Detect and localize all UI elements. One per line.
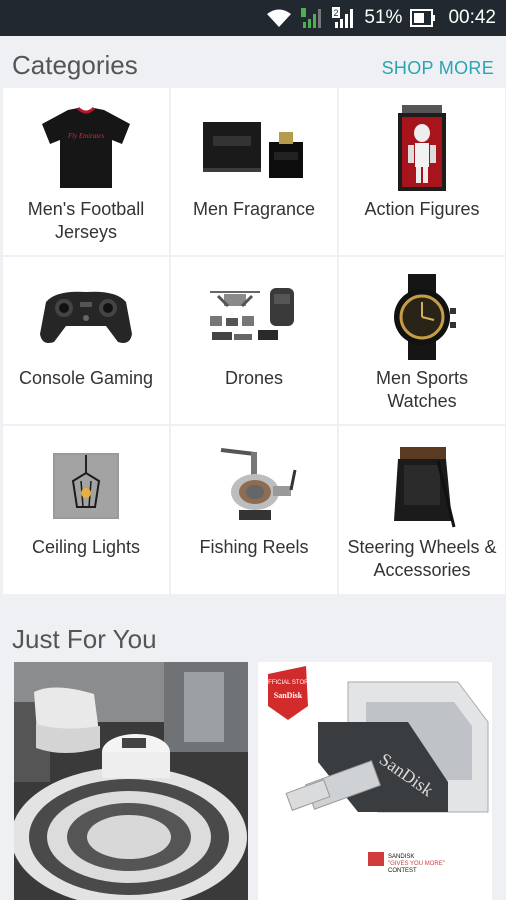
just-for-you-header: Just For You [0, 596, 506, 660]
drone-image [199, 267, 309, 367]
battery-icon [410, 8, 436, 28]
category-label: Drones [224, 368, 284, 388]
fragrance-image [199, 98, 309, 198]
category-tile-action-figures[interactable]: Action Figures [339, 88, 505, 255]
product-card-rug[interactable] [14, 662, 248, 900]
category-label: Ceiling Lights [31, 537, 141, 557]
football-jersey-image: Fly Emirates [31, 98, 141, 198]
category-label: Men's Football Jerseys [27, 199, 145, 242]
svg-text:OFFICIAL STORE: OFFICIAL STORE [263, 680, 312, 686]
clock: 00:42 [448, 7, 496, 28]
svg-text:CONTEST: CONTEST [388, 868, 417, 874]
shop-more-link[interactable]: SHOP MORE [382, 58, 494, 79]
signal-icon [300, 6, 324, 30]
category-tile-men-fragrance[interactable]: Men Fragrance [171, 88, 337, 255]
svg-text:SanDisk: SanDisk [274, 691, 303, 700]
category-label: Action Figures [364, 199, 480, 219]
sandisk-usb-drive-image: OFFICIAL STORE SanDisk SanDisk SANDISK "… [258, 662, 492, 900]
category-tile-sports-watches[interactable]: Men Sports Watches [339, 257, 505, 424]
status-bar: 2 51% 00:42 [0, 0, 506, 36]
category-label: Men Fragrance [192, 199, 316, 219]
category-label: Steering Wheels & Accessories [347, 537, 497, 580]
category-tile-ceiling-lights[interactable]: Ceiling Lights [3, 426, 169, 594]
action-figure-image [367, 98, 477, 198]
category-tile-console-gaming[interactable]: Console Gaming [3, 257, 169, 424]
category-label: Fishing Reels [199, 537, 309, 557]
svg-text:2: 2 [334, 8, 339, 18]
steering-wheel-image [367, 436, 477, 536]
category-grid: Fly Emirates Men's Football Jerseys Men … [3, 88, 505, 594]
category-tile-fishing-reels[interactable]: Fishing Reels [171, 426, 337, 594]
wifi-icon [266, 8, 292, 28]
fishing-reel-image [199, 436, 309, 536]
category-tile-football-jerseys[interactable]: Fly Emirates Men's Football Jerseys [3, 88, 169, 255]
svg-text:Fly Emirates: Fly Emirates [67, 132, 105, 140]
battery-percent: 51% [364, 7, 403, 28]
signal-icon: 2 [332, 6, 356, 30]
svg-text:"GIVES YOU MORE": "GIVES YOU MORE" [388, 861, 445, 867]
svg-text:SANDISK: SANDISK [388, 854, 414, 860]
living-room-rug-image [14, 662, 248, 900]
game-controller-image [31, 267, 141, 367]
categories-header: Categories SHOP MORE [0, 36, 506, 88]
product-card-sandisk[interactable]: OFFICIAL STORE SanDisk SanDisk SANDISK "… [258, 662, 492, 900]
categories-title: Categories [12, 50, 138, 80]
sports-watch-image [367, 267, 477, 367]
category-label: Men Sports Watches [375, 368, 469, 411]
category-tile-steering-wheels[interactable]: Steering Wheels & Accessories [339, 426, 505, 594]
ceiling-light-image [31, 436, 141, 536]
category-label: Console Gaming [18, 368, 154, 388]
category-tile-drones[interactable]: Drones [171, 257, 337, 424]
just-for-you-title: Just For You [12, 624, 157, 654]
